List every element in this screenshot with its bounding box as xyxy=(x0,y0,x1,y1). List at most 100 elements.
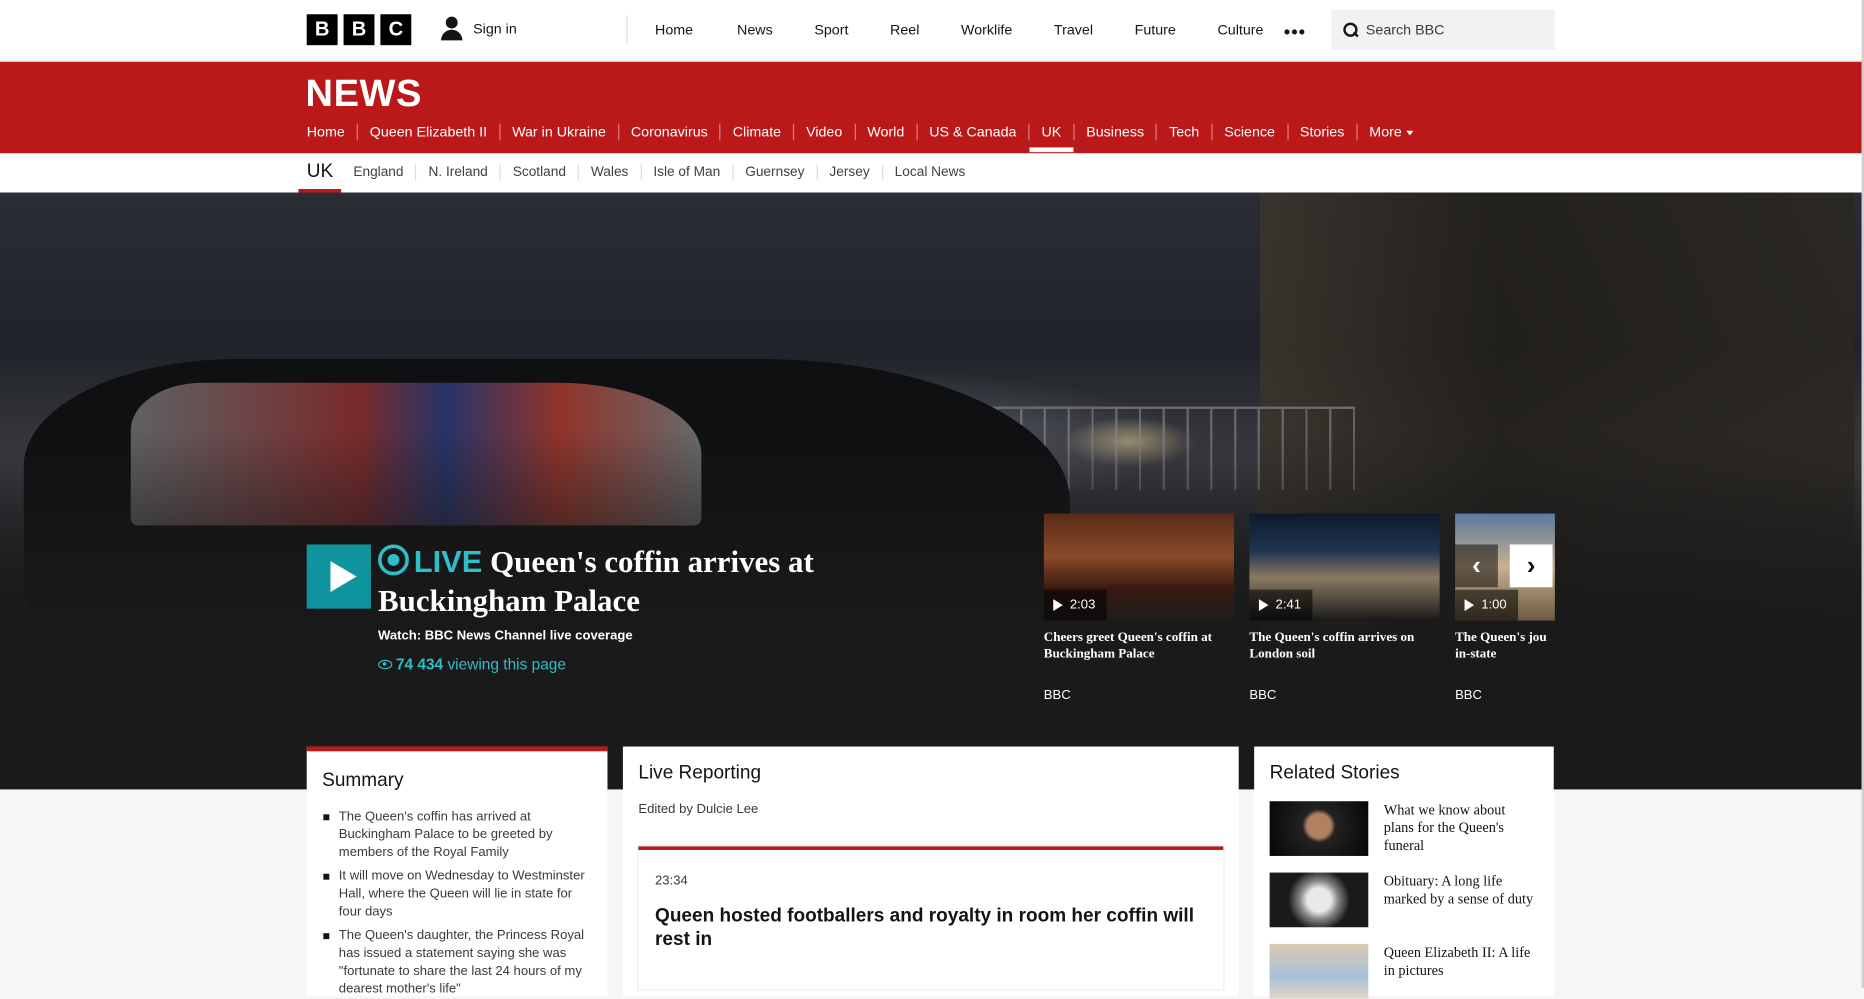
hero-headline[interactable]: LIVE Queen's coffin arrives at Buckingha… xyxy=(378,542,925,620)
queen-portrait-thumbnail xyxy=(1269,872,1369,928)
news-nav-tech[interactable]: Tech xyxy=(1156,123,1211,141)
news-nav-video[interactable]: Video xyxy=(792,123,854,141)
play-icon xyxy=(1258,599,1269,612)
news-nav-coronavirus[interactable]: Coronavirus xyxy=(617,123,720,141)
news-nav-us-canada[interactable]: US & Canada xyxy=(916,123,1028,141)
video-thumbnail: 2:03 xyxy=(1043,513,1234,621)
sub-nav-local-news[interactable]: Local News xyxy=(881,164,978,181)
news-nav-climate[interactable]: Climate xyxy=(719,123,793,141)
logo-letter-b1: B xyxy=(306,14,338,46)
video-carousel: 2:03 Cheers greet Queen's coffin at Buck… xyxy=(1043,513,1555,716)
video-title: Cheers greet Queen's coffin at Buckingha… xyxy=(1043,630,1213,661)
duration-text: 2:03 xyxy=(1069,597,1096,613)
crown-thumbnail xyxy=(1269,801,1369,856)
news-wordmark[interactable]: NEWS xyxy=(306,71,423,115)
news-nav-science[interactable]: Science xyxy=(1211,123,1287,141)
news-nav-uk[interactable]: UK xyxy=(1028,123,1073,153)
user-icon xyxy=(440,14,464,43)
sign-in-label: Sign in xyxy=(473,20,517,37)
watch-caption: Watch: BBC News Channel live coverage xyxy=(378,628,633,644)
carousel-prev-icon[interactable]: ‹ xyxy=(1455,544,1498,588)
search-box[interactable]: Search BBC xyxy=(1331,9,1555,50)
video-card[interactable]: 1:00 The Queen's jou in-state BBC xyxy=(1455,513,1555,703)
summary-list: The Queen's coffin has arrived at Buckin… xyxy=(322,808,592,998)
live-reporting-panel: Live Reporting Edited by Dulcie Lee 23:3… xyxy=(622,746,1239,997)
news-header: NEWS Home Queen Elizabeth II War in Ukra… xyxy=(0,61,1862,154)
viewing-text: viewing this page xyxy=(447,655,567,673)
bbc-global-nav: Home News Sport Reel Worklife Travel Fut… xyxy=(626,15,1263,44)
summary-panel: Summary The Queen's coffin has arrived a… xyxy=(306,746,608,998)
sub-nav-uk[interactable]: UK xyxy=(298,162,342,193)
bbc-logo[interactable]: B B C xyxy=(306,14,412,46)
related-title: Related Stories xyxy=(1269,763,1400,784)
global-nav-home[interactable]: Home xyxy=(655,15,693,44)
logo-letter-b2: B xyxy=(343,14,375,46)
related-story[interactable]: Obituary: A long life marked by a sense … xyxy=(1269,872,1539,928)
sub-nav-guernsey[interactable]: Guernsey xyxy=(732,164,816,181)
hero-gradient xyxy=(0,430,1862,790)
logo-letter-c: C xyxy=(380,14,412,46)
related-story[interactable]: What we know about plans for the Queen's… xyxy=(1269,801,1539,856)
global-nav-future[interactable]: Future xyxy=(1135,15,1176,44)
play-icon xyxy=(1053,599,1063,612)
eye-icon xyxy=(378,659,393,670)
global-nav-worklife[interactable]: Worklife xyxy=(961,15,1012,44)
live-hero: LIVE Queen's coffin arrives at Buckingha… xyxy=(0,192,1862,790)
sign-in-link[interactable]: Sign in xyxy=(440,14,517,43)
global-nav-news[interactable]: News xyxy=(737,15,773,44)
sub-nav-isle-of-man[interactable]: Isle of Man xyxy=(640,164,732,181)
duration-text: 2:41 xyxy=(1275,597,1302,613)
video-duration: 2:41 xyxy=(1249,589,1313,621)
video-source: BBC xyxy=(1249,688,1277,703)
news-nav-business[interactable]: Business xyxy=(1073,123,1156,141)
sub-nav-jersey[interactable]: Jersey xyxy=(816,164,881,181)
search-placeholder: Search BBC xyxy=(1365,21,1445,39)
play-icon xyxy=(1464,599,1475,612)
video-duration: 1:00 xyxy=(1455,589,1519,621)
summary-title: Summary xyxy=(322,770,404,791)
global-nav-culture[interactable]: Culture xyxy=(1217,15,1263,44)
related-story-title: Obituary: A long life marked by a sense … xyxy=(1383,872,1534,908)
news-nav: Home Queen Elizabeth II War in Ukraine C… xyxy=(307,123,1426,154)
sub-nav-england[interactable]: England xyxy=(341,164,415,181)
video-title: The Queen's coffin arrives on London soi… xyxy=(1249,630,1415,661)
live-reporting-title: Live Reporting xyxy=(638,763,762,784)
video-source: BBC xyxy=(1455,688,1482,703)
play-button[interactable] xyxy=(306,544,371,609)
video-duration: 2:03 xyxy=(1043,589,1108,621)
carousel-next-icon[interactable]: › xyxy=(1509,544,1553,588)
related-story[interactable]: Queen Elizabeth II: A life in pictures xyxy=(1269,943,1539,999)
sub-nav-wales[interactable]: Wales xyxy=(577,164,640,181)
video-title: The Queen's jou in-state xyxy=(1455,630,1547,661)
news-nav-stories[interactable]: Stories xyxy=(1286,123,1356,141)
news-nav-ukraine[interactable]: War in Ukraine xyxy=(498,123,618,141)
news-nav-more[interactable]: More xyxy=(1356,123,1425,141)
edited-by: Edited by Dulcie Lee xyxy=(638,802,759,817)
video-card[interactable]: 2:03 Cheers greet Queen's coffin at Buck… xyxy=(1043,513,1234,703)
video-source: BBC xyxy=(1043,688,1071,703)
global-nav-travel[interactable]: Travel xyxy=(1054,15,1093,44)
search-icon xyxy=(1343,22,1358,37)
news-nav-home[interactable]: Home xyxy=(307,124,357,141)
live-icon xyxy=(378,544,409,576)
news-nav-world[interactable]: World xyxy=(854,123,916,141)
post-title[interactable]: Queen hosted footballers and royalty in … xyxy=(655,905,1207,953)
global-nav-sport[interactable]: Sport xyxy=(814,15,848,44)
uk-sub-nav: UK England N. Ireland Scotland Wales Isl… xyxy=(0,153,1862,193)
viewer-count: 74 434 viewing this page xyxy=(378,655,566,673)
post-time: 23:34 xyxy=(655,873,688,889)
news-nav-queen[interactable]: Queen Elizabeth II xyxy=(356,123,499,141)
video-card[interactable]: 2:41 The Queen's coffin arrives on Londo… xyxy=(1249,513,1440,703)
related-story-title: What we know about plans for the Queen's… xyxy=(1383,801,1506,854)
sub-nav-scotland[interactable]: Scotland xyxy=(499,164,578,181)
more-dots-icon[interactable]: ••• xyxy=(1284,23,1306,43)
viewer-number: 74 434 xyxy=(395,655,444,673)
summary-item: It will move on Wednesday to Westminster… xyxy=(322,868,592,921)
bbc-top-bar: B B C Sign in Home News Sport Reel Workl… xyxy=(0,0,1862,62)
global-nav-reel[interactable]: Reel xyxy=(890,15,919,44)
video-thumbnail: 2:41 xyxy=(1249,513,1440,621)
sub-nav-n-ireland[interactable]: N. Ireland xyxy=(415,164,499,181)
related-stories-panel: Related Stories What we know about plans… xyxy=(1254,746,1554,999)
summary-item: The Queen's coffin has arrived at Buckin… xyxy=(322,808,592,861)
duration-text: 1:00 xyxy=(1481,597,1507,613)
